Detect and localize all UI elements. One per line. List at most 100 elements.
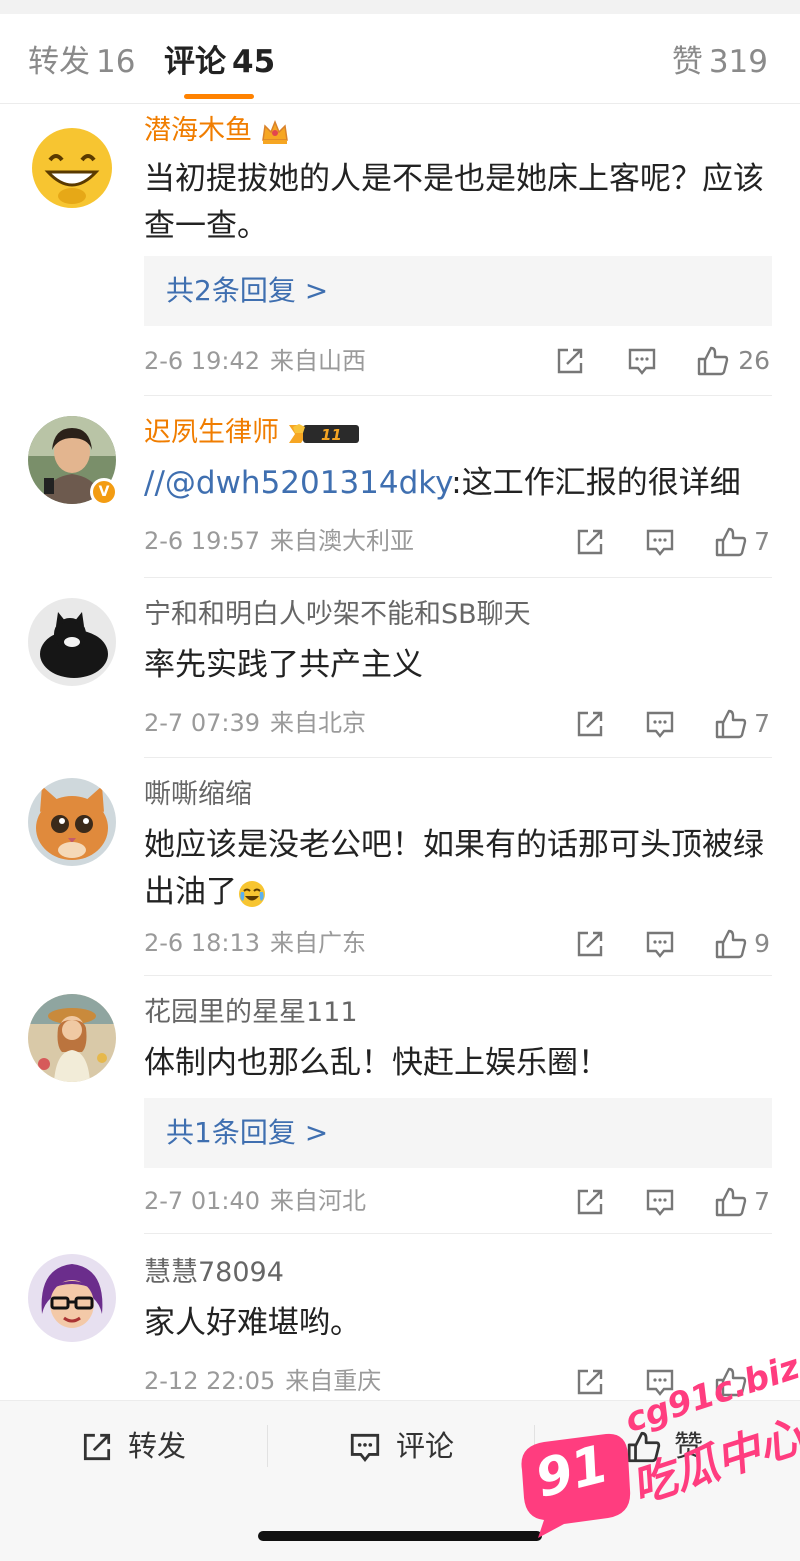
status-strip — [0, 0, 800, 14]
comment-actions: 9 — [530, 928, 770, 960]
mention-link[interactable]: //@dwh5201314dky — [144, 465, 451, 501]
comment-location: 来自澳大利亚 — [270, 527, 414, 555]
share-icon — [577, 1189, 603, 1215]
reply-button[interactable] — [644, 526, 676, 558]
comment-text: 率先实践了共产主义 — [144, 647, 423, 683]
divider — [267, 1425, 268, 1467]
tab-repost[interactable]: 转发 16 — [28, 42, 135, 82]
comment-date: 2-6 19:42 — [144, 347, 260, 375]
tab-like-label: 赞 — [671, 44, 703, 80]
orange-cat-icon — [28, 778, 116, 866]
comment-actions: 7 — [530, 526, 770, 558]
share-button[interactable] — [574, 928, 606, 960]
comment-item: 嘶嘶缩缩 她应该是没老公吧！如果有的话那可头顶被绿出油了 2-6 18:13 来自… — [0, 758, 800, 976]
repost-button[interactable]: 转发 — [80, 1427, 210, 1465]
comment-date: 2-6 19:57 — [144, 527, 260, 555]
comment-meta: 2-6 19:42 来自山西 — [144, 346, 366, 376]
share-button[interactable] — [574, 1186, 606, 1218]
comment-icon — [646, 1189, 674, 1216]
comment-icon — [350, 1433, 380, 1462]
avatar[interactable] — [28, 1254, 116, 1342]
like-button[interactable]: 7 — [714, 1186, 770, 1218]
tab-comment-label: 评论 — [164, 44, 226, 80]
vip-crown-icon — [262, 119, 288, 144]
reply-summary-link[interactable]: 共1条回复 > — [166, 1115, 328, 1151]
reply-summary-link[interactable]: 共2条回复 > — [166, 273, 328, 309]
reply-button[interactable] — [644, 928, 676, 960]
black-cat-icon — [28, 598, 116, 686]
comment-text: 体制内也那么乱！快赶上娱乐圈！ — [144, 1045, 609, 1081]
reply-button[interactable] — [644, 708, 676, 740]
comment-date: 2-7 07:39 — [144, 709, 260, 737]
share-icon — [557, 348, 583, 374]
like-button[interactable]: 7 — [714, 526, 770, 558]
comment-icon — [646, 711, 674, 738]
tab-like-count: 319 — [708, 44, 768, 80]
comment-actions: 7 — [530, 1186, 770, 1218]
tab-like[interactable]: 赞 319 — [672, 42, 768, 82]
comment-meta: 2-6 19:57 来自澳大利亚 — [144, 526, 414, 556]
comment-item: 花园里的星星111 体制内也那么乱！快赶上娱乐圈！ 共1条回复 > 2-7 01… — [0, 976, 800, 1234]
username[interactable]: 迟夙生律师 11 — [144, 416, 363, 450]
comment-meta: 2-12 22:05 来自重庆 — [144, 1366, 381, 1396]
vip-level-badge-icon: 11 — [289, 423, 359, 444]
home-indicator[interactable] — [258, 1531, 542, 1541]
tab-comment-count: 45 — [232, 44, 276, 80]
comment-text-body: :这工作汇报的很详细 — [451, 465, 741, 501]
comment-text: 家人好难堪哟。 — [144, 1305, 361, 1341]
comment-icon — [628, 348, 656, 375]
comment-text: //@dwh5201314dky:这工作汇报的很详细 — [144, 460, 776, 507]
girl-illustration-icon — [28, 994, 116, 1082]
username[interactable]: 宁和和明白人吵架不能和SB聊天 — [144, 598, 531, 632]
avatar[interactable] — [28, 778, 116, 866]
avatar[interactable] — [28, 994, 116, 1082]
comment-date: 2-7 01:40 — [144, 1187, 260, 1215]
tab-bar: 转发 16 评论 45 赞 319 — [0, 14, 800, 104]
tab-repost-label: 转发 — [28, 44, 90, 80]
username[interactable]: 慧慧78094 — [144, 1256, 284, 1290]
comment-meta: 2-7 07:39 来自北京 — [144, 708, 366, 738]
comment-date: 2-12 22:05 — [144, 1367, 276, 1395]
comment-item: 宁和和明白人吵架不能和SB聊天 率先实践了共产主义 2-7 07:39 来自北京 … — [0, 578, 800, 758]
share-button[interactable] — [554, 345, 586, 377]
active-tab-indicator — [184, 94, 254, 99]
username[interactable]: 嘶嘶缩缩 — [144, 778, 252, 812]
like-count: 7 — [754, 1187, 770, 1216]
reply-summary[interactable]: 共1条回复 > — [144, 1098, 772, 1168]
comment-button[interactable]: 评论 — [348, 1427, 478, 1465]
username[interactable]: 花园里的星星111 — [144, 996, 358, 1030]
watermark: cg91c.biz 91 吃瓜中心 — [510, 1347, 800, 1550]
thumbs-up-icon — [715, 929, 747, 959]
share-button[interactable] — [574, 526, 606, 558]
username-text: 迟夙生律师 — [144, 417, 279, 448]
share-icon — [577, 529, 603, 555]
comment-meta: 2-6 18:13 来自广东 — [144, 928, 366, 958]
avatar[interactable] — [28, 598, 116, 686]
cartoon-woman-glasses-icon — [28, 1254, 116, 1342]
share-button[interactable] — [574, 708, 606, 740]
reply-summary[interactable]: 共2条回复 > — [144, 256, 772, 326]
tab-repost-count: 16 — [96, 44, 136, 80]
thumbs-up-icon — [715, 709, 747, 739]
like-count: 9 — [754, 929, 770, 958]
like-button[interactable]: 26 — [696, 345, 770, 377]
reply-button[interactable] — [626, 345, 658, 377]
comment-text: 当初提拔她的人是不是也是她床上客呢？应该查一查。 — [144, 161, 764, 244]
thumbs-up-icon — [697, 346, 729, 376]
share-icon — [83, 1433, 111, 1461]
comment-location: 来自广东 — [270, 929, 366, 957]
verified-badge-icon: V — [90, 478, 118, 506]
reply-button[interactable] — [644, 1186, 676, 1218]
repost-label: 转发 — [128, 1429, 187, 1463]
like-count: 26 — [738, 346, 770, 375]
comment-location: 来自山西 — [270, 347, 366, 375]
like-button[interactable]: 7 — [714, 708, 770, 740]
like-button[interactable]: 9 — [714, 928, 770, 960]
thumbs-up-icon — [715, 1187, 747, 1217]
avatar[interactable] — [28, 124, 116, 212]
comment-label: 评论 — [396, 1429, 455, 1463]
thumbs-up-icon — [715, 527, 747, 557]
comment-list[interactable]: 潜海木鱼 当初提拔她的人是不是也是她床上客呢？应该查一查。 共2条回复 > 2-… — [0, 104, 800, 1400]
username[interactable]: 潜海木鱼 — [144, 114, 290, 148]
share-icon — [577, 931, 603, 957]
